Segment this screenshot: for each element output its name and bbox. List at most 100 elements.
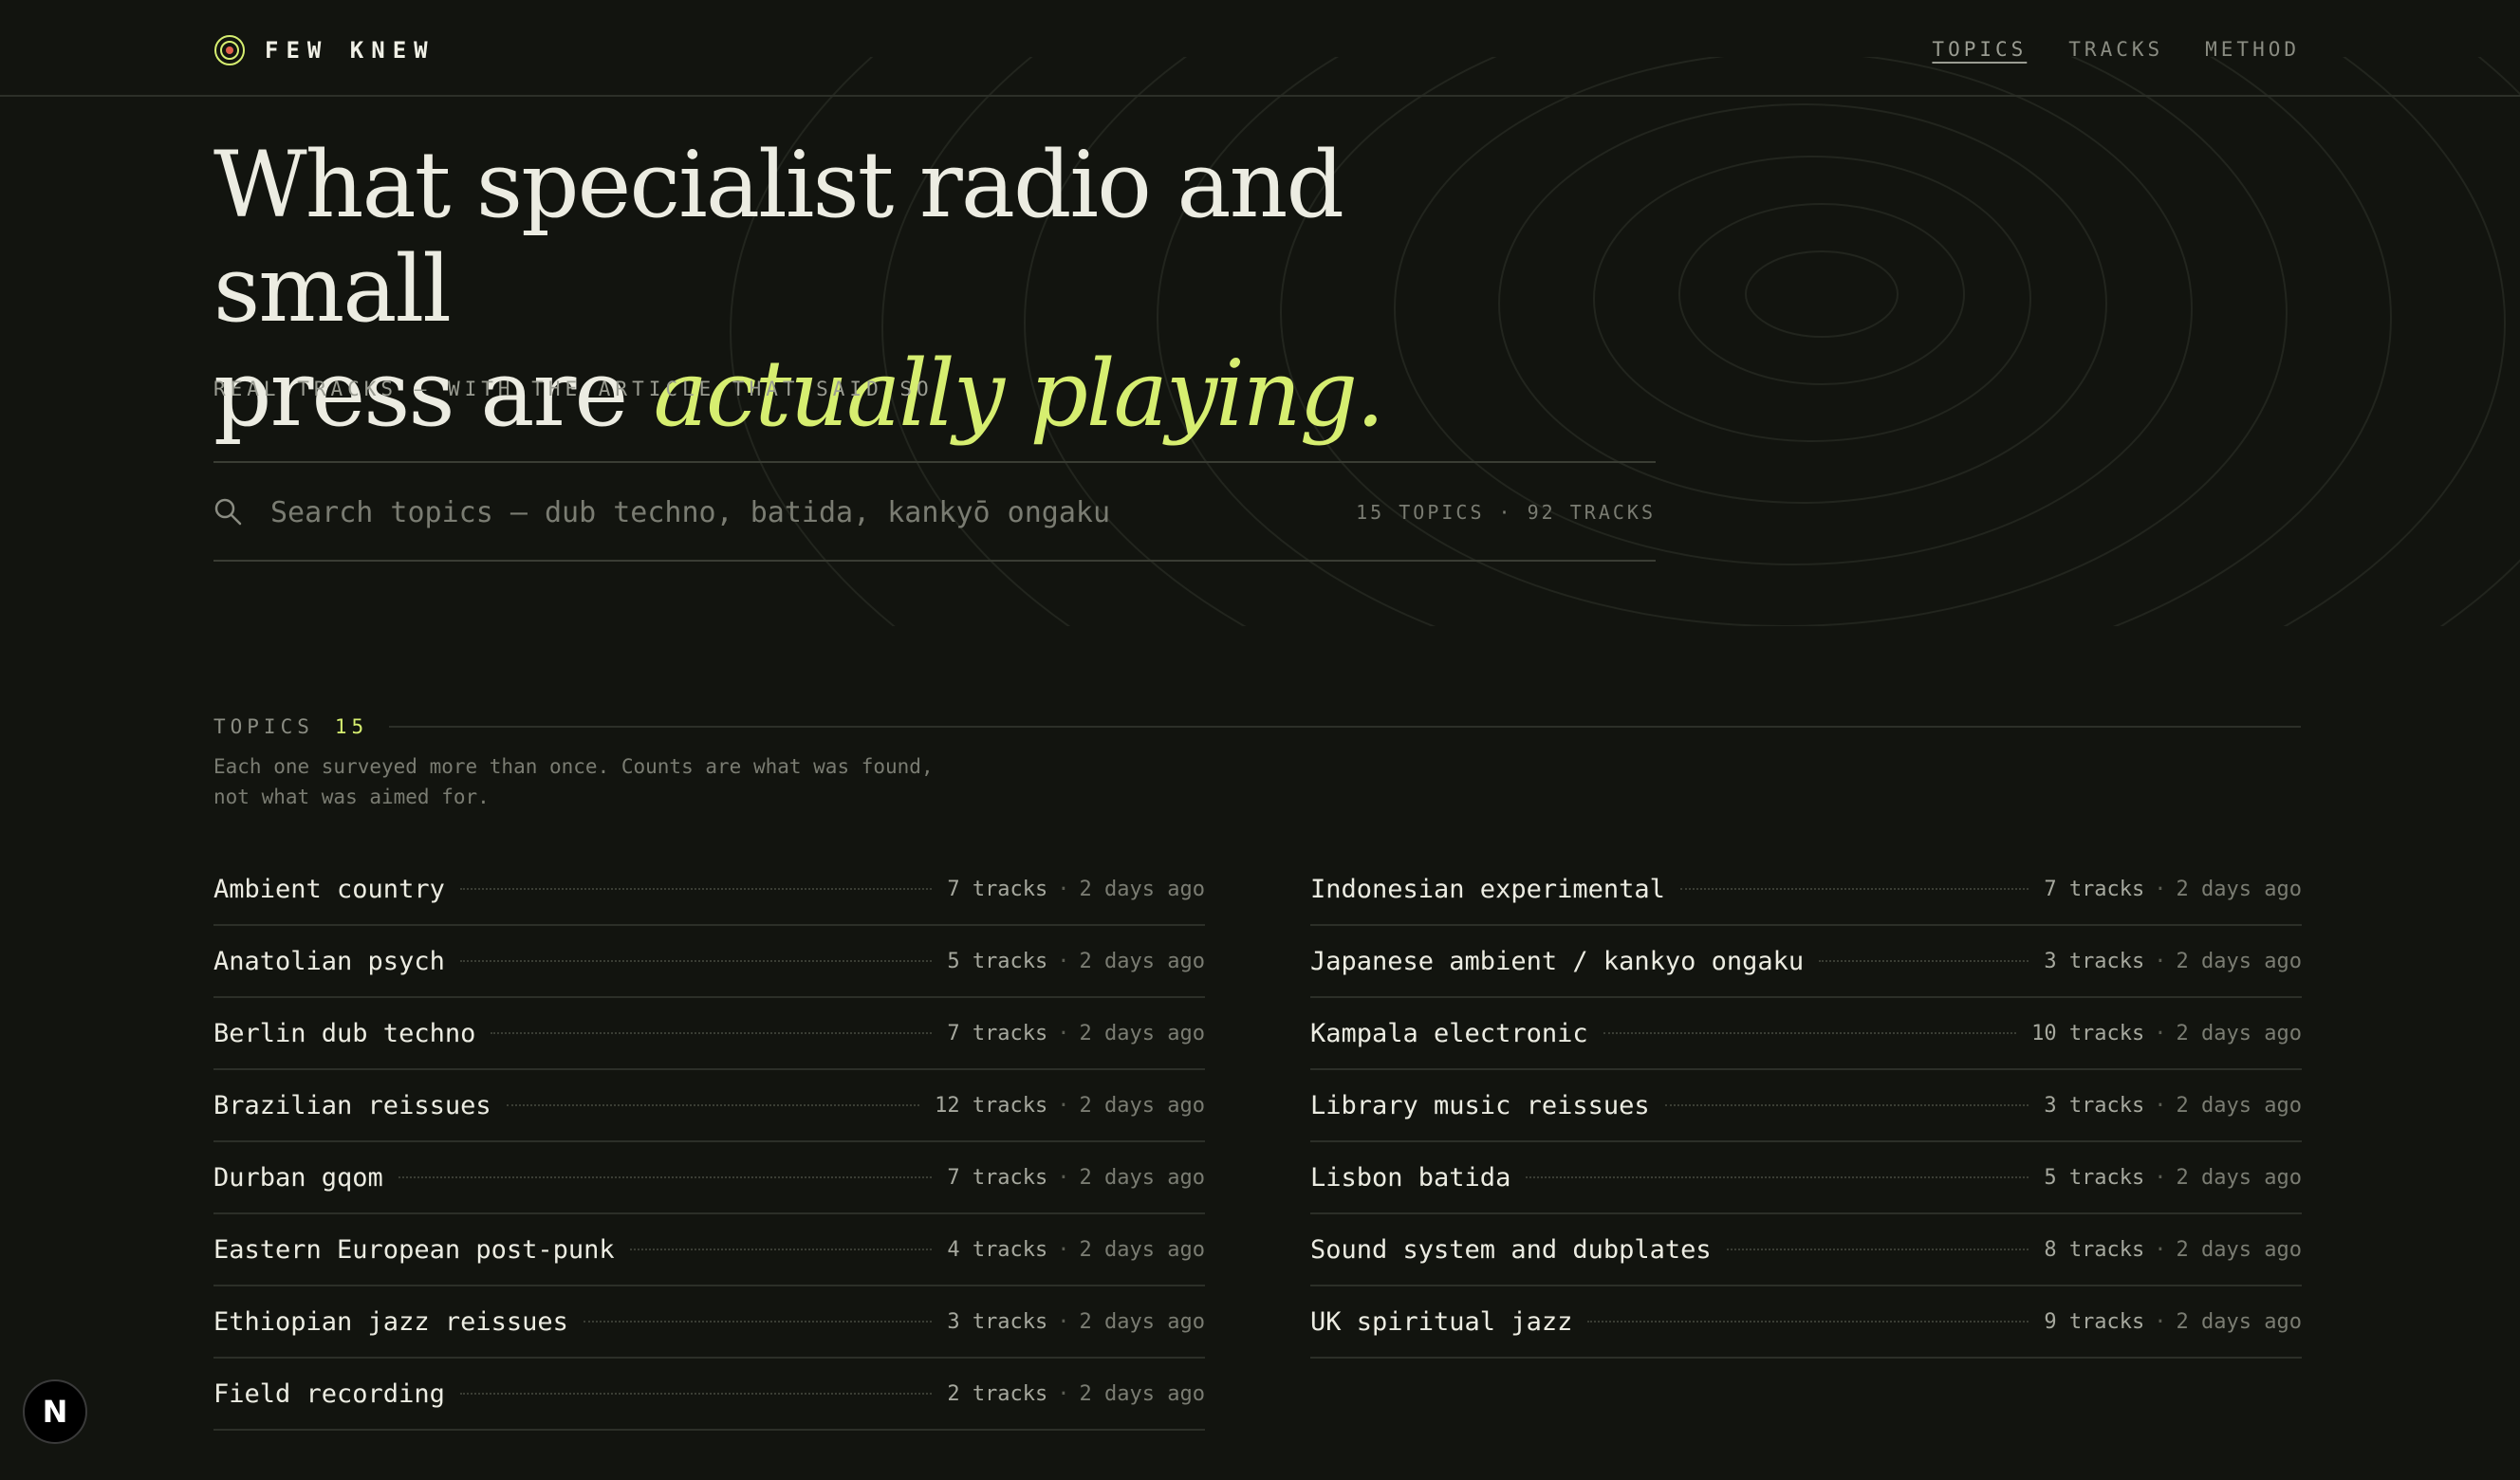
separator-dot: ·: [1057, 1309, 1070, 1334]
separator-dot: ·: [2154, 1093, 2167, 1118]
separator-dot: ·: [1057, 1021, 1070, 1045]
topic-updated-time: 2 days ago: [2176, 1165, 2302, 1190]
brand-name: FEW KNEW: [265, 37, 435, 64]
main-nav: TOPICS TRACKS METHOD: [1932, 38, 2300, 61]
brand-logo[interactable]: FEW KNEW: [213, 34, 435, 66]
topic-track-count: 2 tracks: [947, 1381, 1048, 1406]
nextjs-icon[interactable]: N: [23, 1379, 87, 1444]
topic-updated-time: 2 days ago: [2176, 1093, 2302, 1118]
topics-description: Each one surveyed more than once. Counts…: [213, 755, 934, 808]
topic-name: Ethiopian jazz reissues: [213, 1306, 568, 1337]
topic-row[interactable]: Brazilian reissues 12 tracks · 2 days ago: [213, 1070, 1205, 1142]
separator-dot: ·: [2154, 1165, 2167, 1190]
search-bar: 15 TOPICS · 92 TRACKS: [213, 461, 1656, 562]
topic-updated-time: 2 days ago: [1079, 1165, 1205, 1190]
topic-track-count: 12 tracks: [935, 1093, 1048, 1118]
topic-updated-time: 2 days ago: [1079, 1381, 1205, 1406]
dotted-leader: [583, 1321, 933, 1323]
topic-row[interactable]: Sound system and dubplates 8 tracks · 2 day…: [1310, 1214, 2302, 1286]
search-input[interactable]: [269, 488, 1221, 537]
dotted-leader: [459, 888, 933, 890]
topic-name: Durban gqom: [213, 1162, 383, 1193]
separator-dot: ·: [2154, 877, 2167, 901]
topic-track-count: 7 tracks: [947, 1021, 1048, 1045]
separator-dot: ·: [1057, 1381, 1070, 1406]
topics-column-left: Ambient country 7 tracks · 2 days ago Anatol…: [213, 854, 1205, 1431]
separator-dot: ·: [2154, 1309, 2167, 1334]
dotted-leader: [629, 1249, 933, 1250]
topic-track-count: 8 tracks: [2044, 1237, 2145, 1262]
topic-name: Ambient country: [213, 874, 445, 904]
topic-updated-time: 2 days ago: [2176, 1021, 2302, 1045]
top-bar: FEW KNEW TOPICS TRACKS METHOD: [0, 0, 2520, 97]
nav-method[interactable]: METHOD: [2205, 38, 2300, 61]
topic-track-count: 3 tracks: [947, 1309, 1048, 1334]
topic-name: Library music reissues: [1310, 1090, 1650, 1120]
separator-dot: ·: [1057, 1093, 1070, 1118]
topic-row[interactable]: Japanese ambient / kankyo ongaku 3 tracks…: [1310, 926, 2302, 998]
topic-name: Field recording: [213, 1378, 445, 1409]
dotted-leader: [459, 960, 933, 962]
topic-updated-time: 2 days ago: [1079, 1021, 1205, 1045]
topics-count: 15: [334, 715, 369, 738]
topic-name: Kampala electronic: [1310, 1018, 1588, 1048]
topic-updated-time: 2 days ago: [1079, 1309, 1205, 1334]
dotted-leader: [506, 1104, 920, 1106]
separator-dot: ·: [1057, 949, 1070, 973]
dotted-leader: [1726, 1249, 2029, 1250]
topic-row[interactable]: Indonesian experimental 7 tracks · 2 days a…: [1310, 854, 2302, 926]
topic-name: Berlin dub techno: [213, 1018, 476, 1048]
topic-name: Indonesian experimental: [1310, 874, 1665, 904]
topic-updated-time: 2 days ago: [1079, 949, 1205, 973]
topic-row[interactable]: UK spiritual jazz 9 tracks · 2 days ago: [1310, 1286, 2302, 1359]
topic-row[interactable]: Field recording 2 tracks · 2 days ago: [213, 1359, 1205, 1431]
topic-updated-time: 2 days ago: [1079, 1093, 1205, 1118]
topics-column-right: Indonesian experimental 7 tracks · 2 days a…: [1310, 854, 2302, 1359]
dotted-leader: [1664, 1104, 2029, 1106]
topic-updated-time: 2 days ago: [2176, 877, 2302, 901]
dotted-leader: [491, 1032, 933, 1034]
separator-dot: ·: [1057, 877, 1070, 901]
topics-header: TOPICS 15: [213, 715, 2301, 738]
topic-name: UK spiritual jazz: [1310, 1306, 1573, 1337]
hero-subtitle: REAL TRACKS — WITH THE ARTICLE THAT SAID…: [213, 378, 934, 400]
topic-track-count: 10 tracks: [2031, 1021, 2145, 1045]
separator-dot: ·: [2154, 1237, 2167, 1262]
topic-row[interactable]: Anatolian psych 5 tracks · 2 days ago: [213, 926, 1205, 998]
topic-name: Sound system and dubplates: [1310, 1234, 1712, 1265]
topic-row[interactable]: Library music reissues 3 tracks · 2 days ag…: [1310, 1070, 2302, 1142]
search-count-summary: 15 TOPICS · 92 TRACKS: [1356, 501, 1656, 524]
separator-dot: ·: [2154, 949, 2167, 973]
topic-name: Japanese ambient / kankyo ongaku: [1310, 946, 1805, 976]
search-icon: [214, 498, 242, 526]
topic-updated-time: 2 days ago: [2176, 1237, 2302, 1262]
topic-row[interactable]: Durban gqom 7 tracks · 2 days ago: [213, 1142, 1205, 1214]
separator-dot: ·: [1057, 1237, 1070, 1262]
topics-divider: [389, 726, 2301, 728]
topic-track-count: 7 tracks: [947, 877, 1048, 901]
topic-row[interactable]: Berlin dub techno 7 tracks · 2 days ago: [213, 998, 1205, 1070]
topic-name: Lisbon batida: [1310, 1162, 1511, 1193]
topic-row[interactable]: Eastern European post-punk 4 tracks · 2 day…: [213, 1214, 1205, 1286]
dotted-leader: [1679, 888, 2029, 890]
nav-topics[interactable]: TOPICS: [1932, 38, 2027, 61]
dotted-leader: [398, 1176, 933, 1178]
topic-row[interactable]: Lisbon batida 5 tracks · 2 days ago: [1310, 1142, 2302, 1214]
dotted-leader: [1526, 1176, 2029, 1178]
topic-updated-time: 2 days ago: [2176, 1309, 2302, 1334]
topic-row[interactable]: Ethiopian jazz reissues 3 tracks · 2 days a…: [213, 1286, 1205, 1359]
topic-track-count: 5 tracks: [947, 949, 1048, 973]
hero-title-line1: What specialist radio and small: [213, 132, 1344, 342]
separator-dot: ·: [1057, 1165, 1070, 1190]
topic-row[interactable]: Ambient country 7 tracks · 2 days ago: [213, 854, 1205, 926]
separator-dot: ·: [2154, 1021, 2167, 1045]
dotted-leader: [1819, 960, 2029, 962]
topic-updated-time: 2 days ago: [2176, 949, 2302, 973]
topics-label: TOPICS: [213, 715, 314, 738]
dotted-leader: [1587, 1321, 2029, 1323]
dotted-leader: [459, 1393, 933, 1395]
topic-track-count: 3 tracks: [2044, 1093, 2145, 1118]
topic-track-count: 4 tracks: [947, 1237, 1048, 1262]
topic-row[interactable]: Kampala electronic 10 tracks · 2 days ago: [1310, 998, 2302, 1070]
nav-tracks[interactable]: TRACKS: [2068, 38, 2163, 61]
